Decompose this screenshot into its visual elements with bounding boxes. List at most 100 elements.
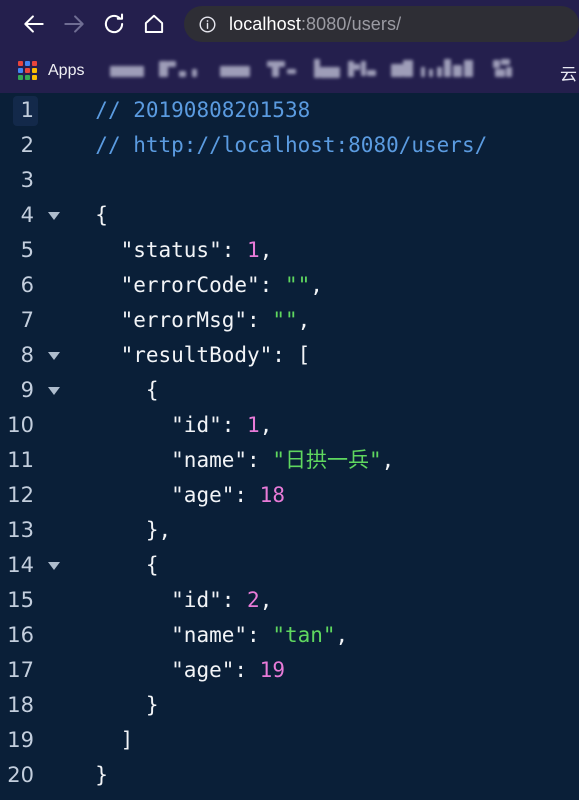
fold-toggle[interactable] bbox=[40, 198, 68, 233]
code-token: : bbox=[221, 238, 248, 262]
code-token: : bbox=[259, 273, 285, 297]
code-token: : [ bbox=[272, 343, 311, 367]
address-bar[interactable]: localhost:8080/users/ bbox=[184, 6, 579, 42]
code-line[interactable]: 5 "status": 1, bbox=[0, 233, 579, 268]
code-line[interactable]: 13 }, bbox=[0, 513, 579, 548]
code-token: "日拱一兵" bbox=[272, 448, 382, 472]
code-line[interactable]: 8 "resultBody": [ bbox=[0, 338, 579, 373]
chevron-down-icon[interactable] bbox=[48, 386, 60, 395]
bookmark-item[interactable] bbox=[265, 58, 299, 84]
code-token: "name" bbox=[171, 448, 248, 472]
chevron-down-icon[interactable] bbox=[48, 351, 60, 360]
code-line-text: } bbox=[68, 765, 579, 786]
code-line-text: "errorMsg": "", bbox=[68, 310, 579, 331]
code-line[interactable]: 2 // http://localhost:8080/users/ bbox=[0, 128, 579, 163]
code-token: { bbox=[145, 378, 159, 402]
code-line[interactable]: 7 "errorMsg": "", bbox=[0, 303, 579, 338]
code-token: 2 bbox=[247, 588, 260, 612]
code-token: // http://localhost:8080/users/ bbox=[95, 133, 488, 157]
home-button[interactable] bbox=[134, 4, 174, 44]
code-token: : bbox=[234, 658, 260, 682]
bookmark-item[interactable] bbox=[110, 58, 145, 84]
forward-button[interactable] bbox=[54, 4, 94, 44]
browser-chrome: localhost:8080/users/ Apps 云 bbox=[0, 0, 579, 93]
fold-toggle[interactable] bbox=[40, 373, 68, 408]
code-token: "errorCode" bbox=[120, 273, 260, 297]
code-line[interactable]: 16 "name": "tan", bbox=[0, 618, 579, 653]
code-token: } bbox=[145, 693, 159, 717]
code-line[interactable]: 14 { bbox=[0, 548, 579, 583]
code-token: : bbox=[221, 588, 248, 612]
code-line[interactable]: 1 // 20190808201538 bbox=[0, 93, 579, 128]
line-number-gutter: 18 bbox=[0, 688, 40, 723]
bookmark-item[interactable] bbox=[492, 58, 516, 84]
code-token: , bbox=[297, 308, 311, 332]
code-line[interactable]: 15 "id": 2, bbox=[0, 583, 579, 618]
fold-toggle[interactable] bbox=[40, 548, 68, 583]
bookmark-item[interactable] bbox=[159, 58, 205, 84]
line-number-gutter: 4 bbox=[0, 198, 40, 233]
code-line-text: "name": "日拱一兵", bbox=[68, 450, 579, 471]
arrow-left-icon bbox=[24, 15, 44, 33]
line-number: 2 bbox=[20, 133, 34, 157]
line-number: 3 bbox=[20, 168, 34, 192]
code-line[interactable]: 11 "name": "日拱一兵", bbox=[0, 443, 579, 478]
line-number-gutter: 9 bbox=[0, 373, 40, 408]
browser-toolbar: localhost:8080/users/ bbox=[0, 0, 579, 48]
info-circle-icon[interactable] bbox=[198, 15, 217, 34]
code-token: 18 bbox=[259, 483, 285, 507]
code-line[interactable]: 4 { bbox=[0, 198, 579, 233]
code-line-text: "age": 18 bbox=[68, 485, 579, 506]
code-line-text: } bbox=[68, 695, 579, 716]
fold-toggle[interactable] bbox=[40, 338, 68, 373]
code-line-text: { bbox=[68, 555, 579, 576]
code-line-text: "resultBody": [ bbox=[68, 345, 579, 366]
code-token: "id" bbox=[171, 588, 222, 612]
back-button[interactable] bbox=[14, 4, 54, 44]
code-token: "errorMsg" bbox=[120, 308, 248, 332]
line-number: 7 bbox=[20, 308, 34, 332]
code-token: : bbox=[247, 448, 273, 472]
url-path: :8080/users/ bbox=[300, 13, 402, 34]
reload-button[interactable] bbox=[94, 4, 134, 44]
apps-bookmark-label[interactable]: Apps bbox=[48, 62, 84, 80]
code-line[interactable]: 20 } bbox=[0, 758, 579, 793]
bookmark-item-label[interactable]: 云 bbox=[560, 60, 577, 85]
chevron-down-icon[interactable] bbox=[48, 561, 60, 570]
bookmark-item[interactable] bbox=[220, 58, 251, 84]
code-line[interactable]: 19 ] bbox=[0, 723, 579, 758]
code-line[interactable]: 9 { bbox=[0, 373, 579, 408]
home-icon bbox=[144, 14, 164, 33]
code-line[interactable]: 6 "errorCode": "", bbox=[0, 268, 579, 303]
address-bar-url: localhost:8080/users/ bbox=[229, 14, 401, 35]
code-line-text: // http://localhost:8080/users/ bbox=[68, 135, 579, 156]
code-token: , bbox=[259, 413, 273, 437]
line-number: 20 bbox=[7, 763, 34, 787]
code-line[interactable]: 10 "id": 1, bbox=[0, 408, 579, 443]
json-viewer[interactable]: 1 // 20190808201538 2 // http://localhost… bbox=[0, 93, 579, 800]
code-token: }, bbox=[145, 518, 172, 542]
bookmarks-bar: Apps 云 bbox=[0, 48, 579, 93]
line-number: 17 bbox=[7, 658, 34, 682]
code-line[interactable]: 18 } bbox=[0, 688, 579, 723]
apps-grid-icon[interactable] bbox=[18, 61, 37, 80]
line-number-gutter: 8 bbox=[0, 338, 40, 373]
chevron-down-icon[interactable] bbox=[48, 211, 60, 220]
bookmark-item[interactable] bbox=[391, 58, 477, 84]
code-token: : bbox=[247, 623, 273, 647]
bookmark-item[interactable] bbox=[314, 58, 377, 84]
code-line-text: "age": 19 bbox=[68, 660, 579, 681]
line-number-gutter: 17 bbox=[0, 653, 40, 688]
code-line-text: { bbox=[68, 380, 579, 401]
code-token: : bbox=[247, 308, 273, 332]
code-line[interactable]: 17 "age": 19 bbox=[0, 653, 579, 688]
code-line[interactable]: 3 bbox=[0, 163, 579, 198]
code-line[interactable]: 12 "age": 18 bbox=[0, 478, 579, 513]
